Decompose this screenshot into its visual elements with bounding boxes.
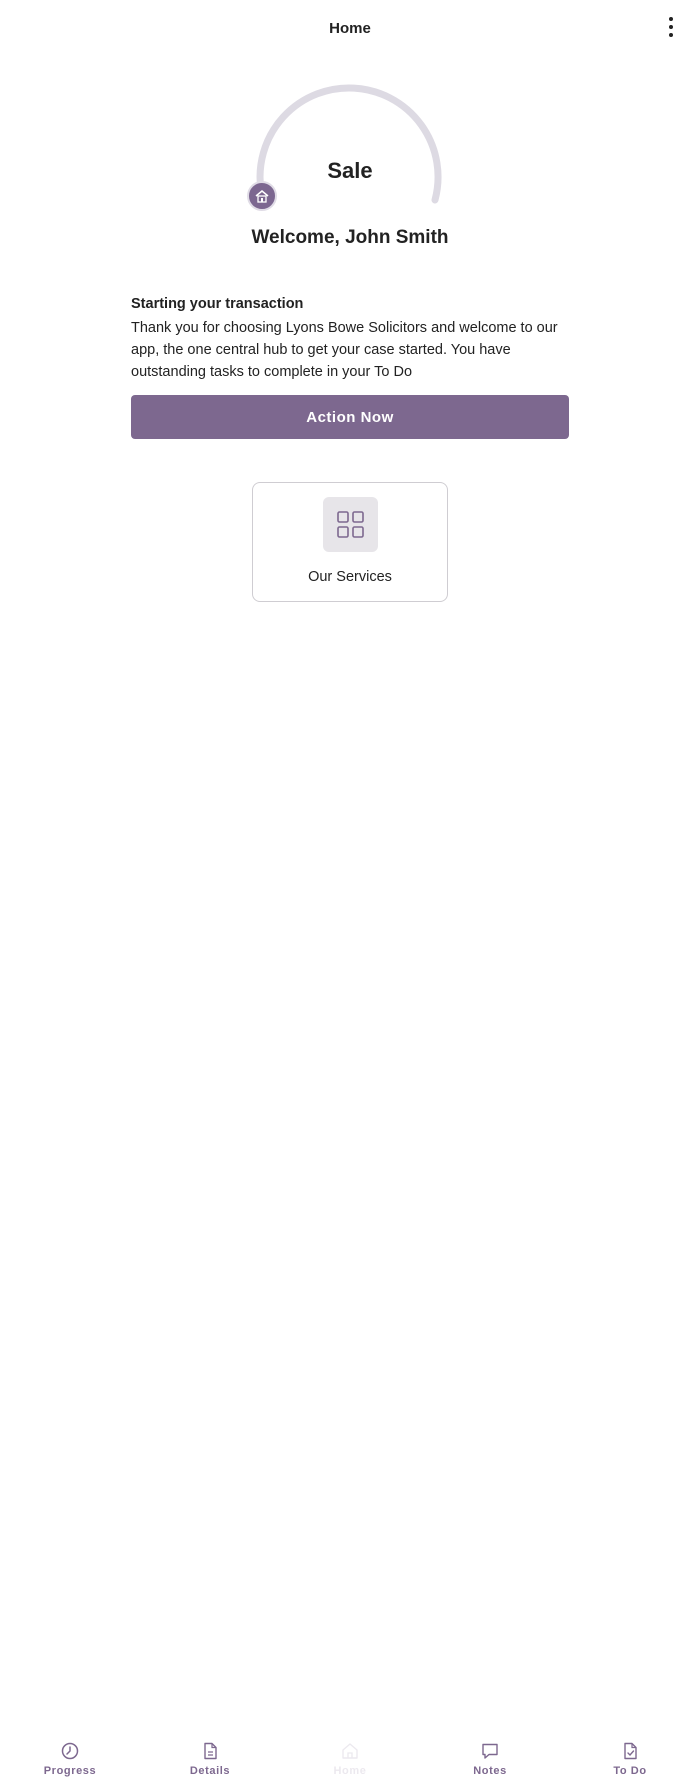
home-icon (342, 1743, 358, 1759)
nav-item-notes[interactable]: Notes (435, 1742, 545, 1792)
nav-item-home[interactable]: Home (295, 1742, 405, 1792)
clock-icon (61, 1742, 79, 1760)
checklist-icon (624, 1742, 637, 1760)
intro-heading: Starting your transaction (131, 296, 304, 312)
our-services-card[interactable]: Our Services (252, 482, 448, 602)
action-now-button[interactable]: Action Now (131, 395, 569, 439)
chat-icon (482, 1743, 498, 1759)
welcome-message: Welcome, John Smith (251, 227, 449, 248)
document-icon (204, 1742, 217, 1760)
house-sale-icon (247, 181, 277, 211)
case-stage-label: Sale (327, 158, 373, 183)
nav-label-details: Details (189, 1765, 231, 1777)
nav-item-progress[interactable]: Progress (15, 1742, 125, 1792)
top-bar: Home (0, 0, 700, 60)
bottom-navigation: Progress Details Home Notes To Do (0, 864, 700, 1777)
grid-icon (337, 511, 364, 538)
nav-item-todo[interactable]: To Do (575, 1742, 685, 1792)
nav-label-progress: Progress (43, 1765, 97, 1777)
our-services-label: Our Services (308, 569, 392, 585)
nav-item-details[interactable]: Details (155, 1742, 265, 1792)
nav-label-notes: Notes (473, 1765, 507, 1777)
intro-body: Thank you for choosing Lyons Bowe Solici… (131, 320, 558, 380)
intro-section: Starting your transaction Thank you for … (131, 295, 571, 383)
more-vertical-icon[interactable] (662, 14, 680, 44)
page-title: Home (329, 20, 371, 37)
nav-label-home: Home (333, 1765, 367, 1777)
nav-label-todo: To Do (613, 1765, 647, 1777)
services-icon-box (323, 497, 378, 552)
